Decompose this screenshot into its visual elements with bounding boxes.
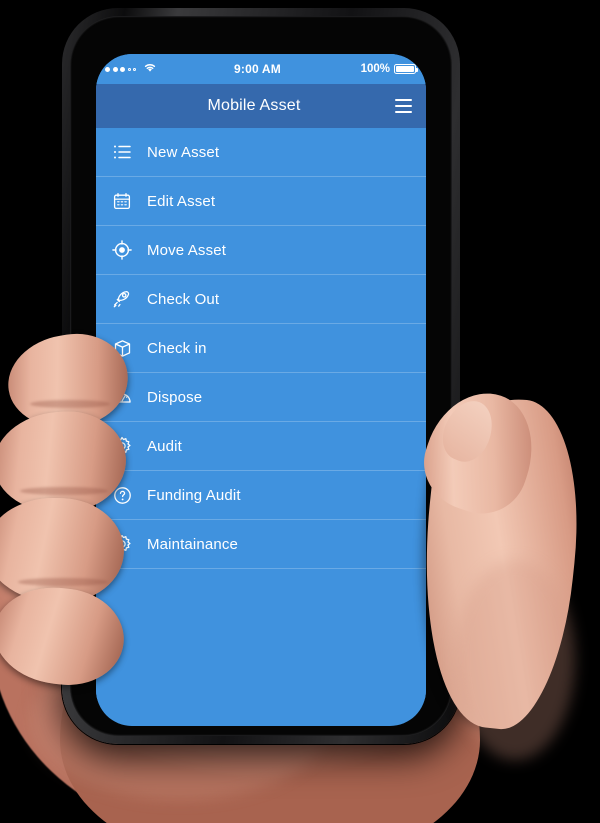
menu-item-label: Audit xyxy=(147,437,182,455)
gear-icon xyxy=(111,533,133,555)
menu-item-move-asset[interactable]: Move Asset xyxy=(96,226,426,275)
list-icon xyxy=(111,141,133,163)
menu-item-check-out[interactable]: Check Out xyxy=(96,275,426,324)
menu-item-check-in[interactable]: Check in xyxy=(96,324,426,373)
battery-percent-label: 100% xyxy=(360,63,390,75)
main-menu-list: New Asset Edit Asset Move Asset Check Ou… xyxy=(96,128,426,569)
menu-item-audit[interactable]: Audit xyxy=(96,422,426,471)
rocket-icon xyxy=(111,288,133,310)
menu-item-maintainance[interactable]: Maintainance xyxy=(96,520,426,569)
page-title: Mobile Asset xyxy=(207,97,301,114)
question-circle-icon xyxy=(111,484,133,506)
phone-device-frame: 9:00 AM 100% Mobile Asset New Asset Edit… xyxy=(62,8,460,744)
screenshot-stage: 9:00 AM 100% Mobile Asset New Asset Edit… xyxy=(0,0,600,823)
hamburger-icon[interactable] xyxy=(386,98,420,114)
wifi-icon xyxy=(143,62,157,76)
thumb-shading xyxy=(455,560,575,760)
status-bar: 9:00 AM 100% xyxy=(96,54,426,84)
menu-item-label: Maintainance xyxy=(147,535,239,553)
menu-item-label: Edit Asset xyxy=(147,192,216,210)
crosshair-target-icon xyxy=(111,239,133,261)
box-package-icon xyxy=(111,337,133,359)
calendar-icon xyxy=(111,190,133,212)
menu-item-label: Funding Audit xyxy=(147,486,241,504)
battery-icon xyxy=(394,64,419,74)
phone-bezel: 9:00 AM 100% Mobile Asset New Asset Edit… xyxy=(70,16,452,736)
menu-item-label: Move Asset xyxy=(147,241,227,259)
app-bar: Mobile Asset xyxy=(96,84,426,128)
menu-item-label: Dispose xyxy=(147,388,203,406)
menu-item-label: New Asset xyxy=(147,143,220,161)
empty-menu-area xyxy=(96,569,426,699)
gauge-icon xyxy=(111,386,133,408)
gear-icon xyxy=(111,435,133,457)
menu-item-edit-asset[interactable]: Edit Asset xyxy=(96,177,426,226)
phone-screen: 9:00 AM 100% Mobile Asset New Asset Edit… xyxy=(96,54,426,726)
menu-item-funding-audit[interactable]: Funding Audit xyxy=(96,471,426,520)
status-bar-clock: 9:00 AM xyxy=(234,62,281,76)
status-bar-left xyxy=(105,62,201,76)
signal-strength-icon xyxy=(105,66,136,72)
menu-item-new-asset[interactable]: New Asset xyxy=(96,128,426,177)
status-bar-right: 100% xyxy=(320,63,419,75)
menu-item-label: Check in xyxy=(147,339,207,357)
menu-item-label: Check Out xyxy=(147,290,220,308)
menu-item-dispose[interactable]: Dispose xyxy=(96,373,426,422)
